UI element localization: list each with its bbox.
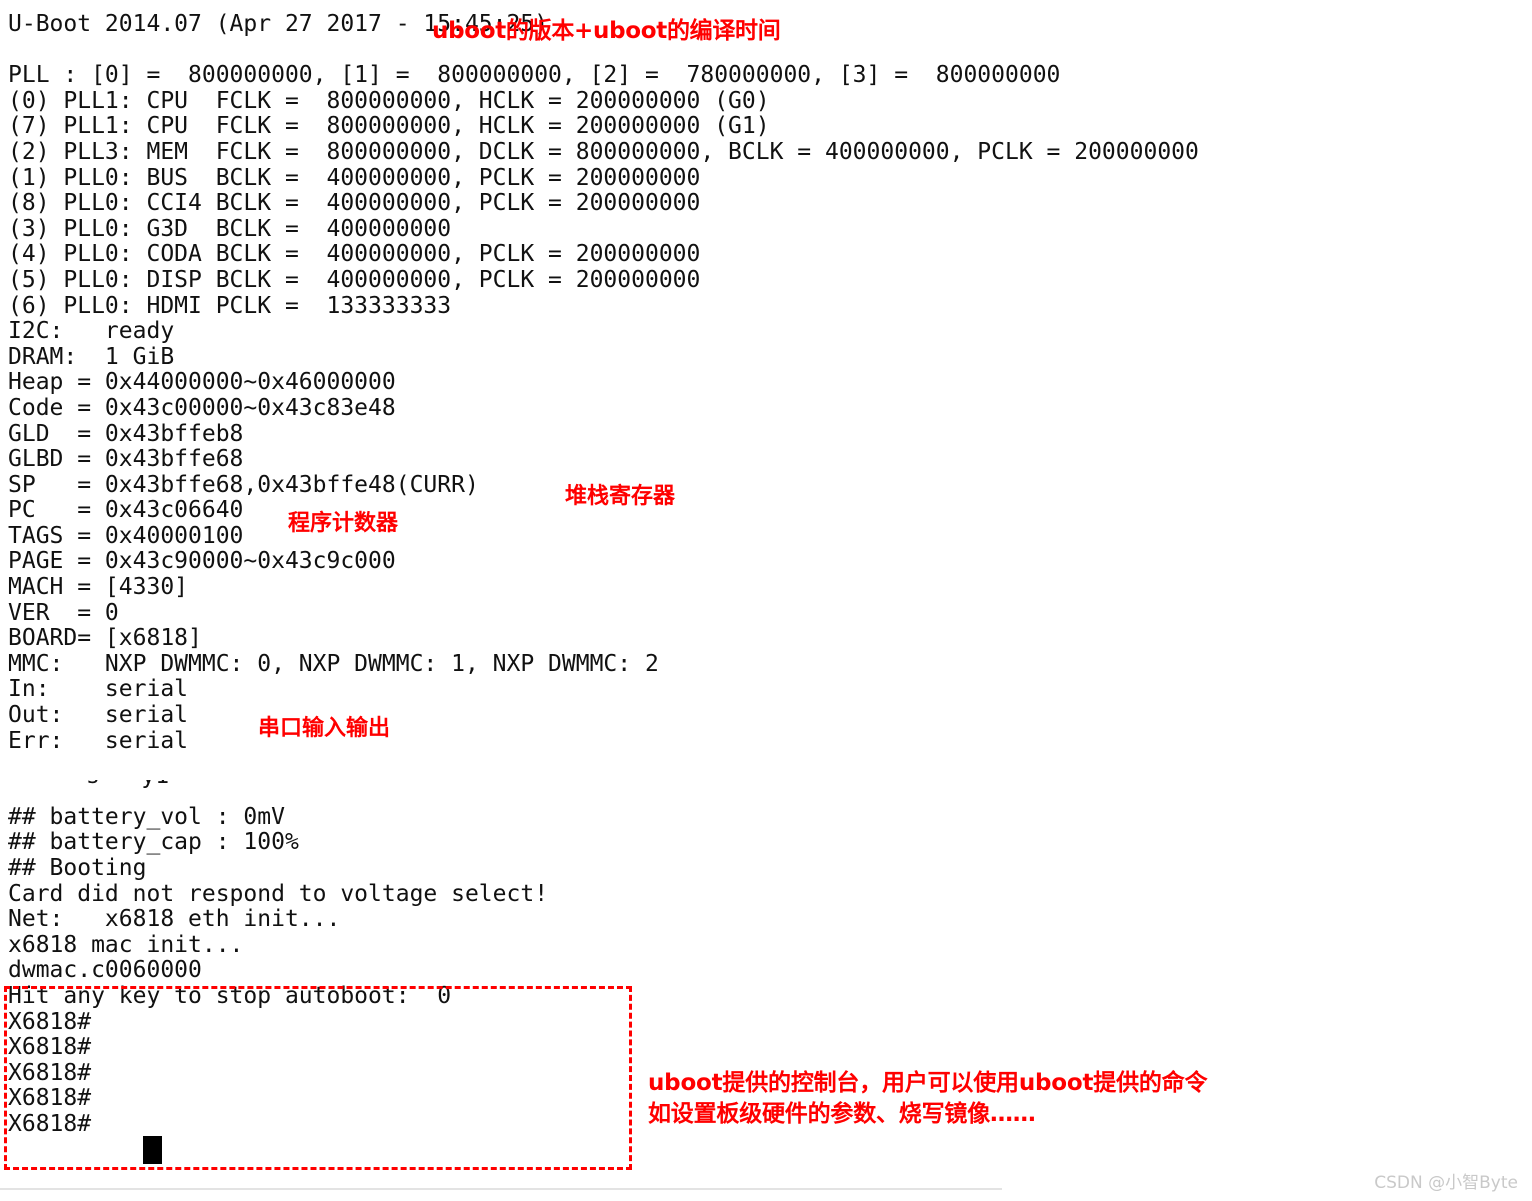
log-line-pll0-g3d: (3) PLL0: G3D BCLK = 400000000 [8, 215, 452, 242]
log-line-battery-cap: ## battery_cap : 100% [8, 829, 299, 856]
log-line-code: Code = 0x43c00000~0x43c83e48 [8, 394, 396, 421]
prompt-line[interactable]: X6818# [8, 1009, 1508, 1036]
log-line-glbd: GLBD = 0x43bffe68 [8, 446, 244, 473]
log-line-autoboot: Hit any key to stop autoboot: 0 [8, 982, 452, 1009]
footer-divider [0, 1188, 1002, 1190]
log-line-card-voltage: Card did not respond to voltage select! [8, 880, 549, 907]
log-line-pll1-cpu-g0: (0) PLL1: CPU FCLK = 800000000, HCLK = 2… [8, 87, 770, 114]
log-line-err: Err: serial [8, 727, 189, 754]
log-line-pll-summary: PLL : [0] = 800000000, [1] = 800000000, … [8, 62, 1061, 89]
annotation-uboot-console: uboot提供的控制台，用户可以使用uboot提供的命令 如设置板级硬件的参数、烧… [648, 1068, 1207, 1130]
log-line-out: Out: serial [8, 702, 189, 729]
log-line-page: PAGE = 0x43c90000~0x43c9c000 [8, 548, 396, 575]
log-line-pll0-coda: (4) PLL0: CODA BCLK = 400000000, PCLK = … [8, 241, 701, 268]
log-line-booting: ## Booting [8, 855, 147, 881]
log-line-pll0-cci4: (8) PLL0: CCI4 BCLK = 400000000, PCLK = … [8, 190, 701, 217]
log-line-net-eth-init: Net: x6818 eth init... [8, 906, 341, 933]
log-line-tags: TAGS = 0x40000100 [8, 522, 244, 549]
log-line-ver: VER = 0 [8, 599, 119, 626]
log-line-clipped-fragment: s-- y1 [8, 780, 1508, 805]
log-line-dram: DRAM: 1 GiB [8, 343, 175, 370]
log-line-board: BOARD= [x6818] [8, 625, 202, 652]
log-line-pll0-hdmi: (6) PLL0: HDMI PCLK = 133333333 [8, 292, 452, 319]
annotation-serial-io: 串口输入输出 [258, 716, 391, 741]
log-line-spacer [8, 754, 1508, 780]
prompt-line[interactable]: X6818# [8, 1035, 1508, 1061]
annotation-program-counter: 程序计数器 [288, 511, 399, 536]
log-line-pll0-bus: (1) PLL0: BUS BCLK = 400000000, PCLK = 2… [8, 164, 701, 191]
log-line-pll1-cpu-g1: (7) PLL1: CPU FCLK = 800000000, HCLK = 2… [8, 113, 770, 140]
log-line-pc: PC = 0x43c06640 [8, 497, 244, 524]
log-line-battery-vol: ## battery_vol : 0mV [8, 803, 285, 830]
log-line-pll3-mem: (2) PLL3: MEM FCLK = 800000000, DCLK = 8… [8, 138, 1199, 165]
log-line-sp: SP = 0x43bffe68,0x43bffe48(CURR) [8, 471, 479, 498]
log-line-gld: GLD = 0x43bffeb8 [8, 420, 244, 447]
annotation-console-line-2: 如设置板级硬件的参数、烧写镜像…… [648, 1101, 1036, 1127]
log-line-pll0-disp: (5) PLL0: DISP BCLK = 400000000, PCLK = … [8, 266, 701, 293]
terminal-cursor [143, 1136, 162, 1164]
annotation-stack-pointer: 堆栈寄存器 [565, 484, 676, 509]
log-line-mac-init: x6818 mac init... [8, 931, 244, 958]
serial-console-output: U-Boot 2014.07 (Apr 27 2017 - 15:45:25) … [8, 11, 1508, 1138]
annotation-console-line-1: uboot提供的控制台，用户可以使用uboot提供的命令 [648, 1070, 1208, 1096]
annotation-uboot-version: uboot的版本+uboot的编译时间 [432, 18, 781, 44]
log-line-mach: MACH = [4330] [8, 574, 189, 601]
log-line-i2c: I2C: ready [8, 318, 175, 345]
csdn-watermark: CSDN @小智Byte [1374, 1173, 1518, 1193]
log-line-in: In: serial [8, 676, 189, 703]
log-line-mmc: MMC: NXP DWMMC: 0, NXP DWMMC: 1, NXP DWM… [8, 650, 659, 677]
log-line-heap: Heap = 0x44000000~0x46000000 [8, 369, 396, 396]
log-line-dwmac: dwmac.c0060000 [8, 957, 202, 984]
